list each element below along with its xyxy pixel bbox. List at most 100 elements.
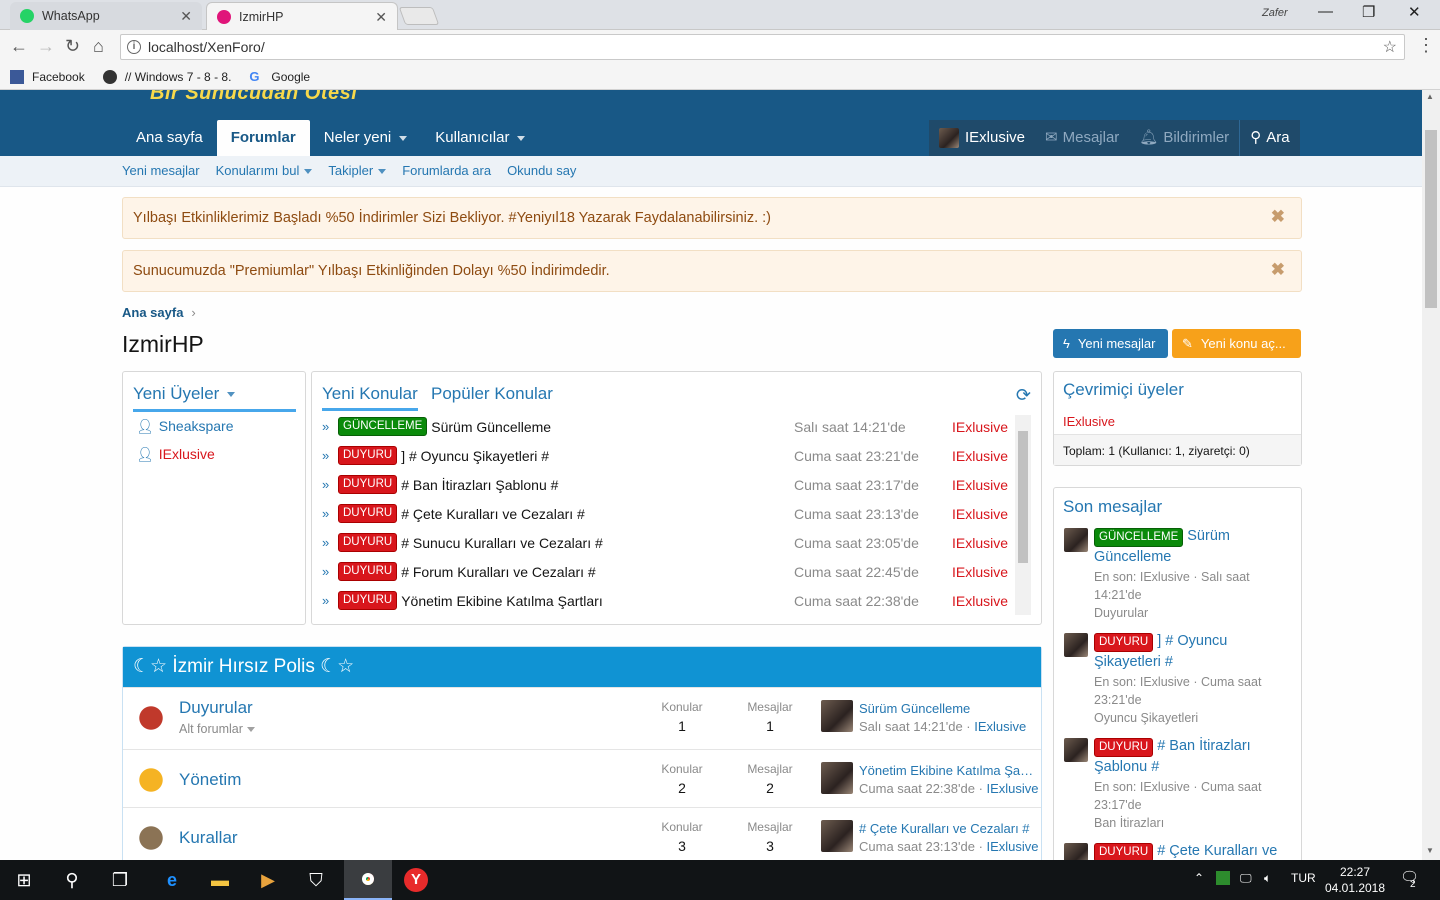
prefix-label[interactable]: GÜNCELLEME xyxy=(338,417,428,436)
topic-user[interactable]: IExlusive xyxy=(952,448,1008,464)
nav-home[interactable]: Ana sayfa xyxy=(122,120,217,156)
tab-popular-topics[interactable]: Popüler Konular xyxy=(431,384,553,404)
breadcrumb-link[interactable]: Ana sayfa xyxy=(122,305,183,320)
last-post-user[interactable]: IExlusive xyxy=(974,719,1026,734)
prefix-label[interactable]: DUYURU xyxy=(338,446,398,465)
forum-name[interactable]: Kurallar xyxy=(179,828,238,848)
forum-row[interactable]: Yönetim Konular 2 Mesajlar 2 Yönetim Ekibi… xyxy=(123,749,1041,807)
nav-user[interactable]: IExlusive xyxy=(929,120,1035,156)
close-window-icon[interactable]: ✕ xyxy=(1408,3,1421,21)
prefix-label[interactable]: DUYURU xyxy=(338,591,398,610)
scrollbar-thumb[interactable] xyxy=(1425,130,1437,308)
language-indicator[interactable]: TUR xyxy=(1291,871,1316,885)
tab-whatsapp[interactable]: WhatsApp ✕ xyxy=(10,2,202,30)
bookmark-google[interactable]: G Google xyxy=(249,69,310,84)
prefix-label[interactable]: DUYURU xyxy=(338,504,398,523)
prefix-label[interactable]: DUYURU xyxy=(338,562,398,581)
subnav-mark-read[interactable]: Okundu say xyxy=(507,163,576,178)
nav-whats-new[interactable]: Neler yeni xyxy=(310,120,422,156)
new-tab-button[interactable] xyxy=(398,7,440,25)
task-view-icon[interactable]: ❐ xyxy=(96,860,144,900)
home-icon[interactable]: ⌂ xyxy=(93,36,104,57)
user-link[interactable]: 👤︎ Sheakspare xyxy=(136,418,234,435)
topic-row[interactable]: » GÜNCELLEME Sürüm Güncelleme Salı saat … xyxy=(322,412,1016,441)
minimize-icon[interactable]: — xyxy=(1318,3,1333,20)
breadcrumb[interactable]: Ana sayfa › xyxy=(122,305,196,320)
reload-icon[interactable]: ↻ xyxy=(65,36,80,57)
topics-scrollbar[interactable] xyxy=(1015,415,1031,615)
topic-row[interactable]: » DUYURU # Çete Kuralları ve Cezaları # … xyxy=(322,499,1016,528)
subnav-find-threads[interactable]: Konularımı bul xyxy=(216,163,313,178)
clock[interactable]: 22:27 04.01.2018 xyxy=(1320,864,1390,896)
edge-icon[interactable]: e xyxy=(148,860,196,900)
topic-title[interactable]: # Çete Kuralları ve Cezaları # xyxy=(401,506,1016,522)
tab-izmirhp[interactable]: IzmirHP ✕ xyxy=(206,2,398,30)
scroll-up-icon[interactable]: ▲ xyxy=(1426,92,1434,101)
topic-title[interactable]: # Forum Kuralları ve Cezaları # xyxy=(401,564,1016,580)
chrome-menu-icon[interactable]: ⋮ xyxy=(1417,35,1435,56)
page-scrollbar[interactable]: ▲ ▼ xyxy=(1422,90,1440,860)
scrollbar-thumb[interactable] xyxy=(1018,431,1028,563)
new-messages-button[interactable]: ϟ Yeni mesajlar xyxy=(1053,329,1168,358)
prefix-label[interactable]: GÜNCELLEME xyxy=(1094,528,1184,547)
yandex-icon[interactable]: Y xyxy=(392,860,440,900)
windows-start-icon[interactable]: ⊞ xyxy=(0,860,48,900)
topic-user[interactable]: IExlusive xyxy=(952,535,1008,551)
media-player-icon[interactable]: ▶ xyxy=(244,860,292,900)
nav-forums[interactable]: Forumlar xyxy=(216,120,310,156)
forward-icon[interactable]: → xyxy=(37,36,55,57)
recent-forum[interactable]: Ban İtirazları xyxy=(1094,814,1296,832)
file-explorer-icon[interactable]: ▬ xyxy=(196,860,244,900)
chrome-icon[interactable] xyxy=(344,860,392,900)
recent-forum[interactable]: Oyuncu Şikayetleri xyxy=(1094,709,1296,727)
nav-messages[interactable]: ✉ Mesajlar xyxy=(1035,120,1129,156)
recent-title[interactable]: DUYURU # Ban İtirazları Şablonu # xyxy=(1094,736,1296,778)
close-tab-icon[interactable]: ✕ xyxy=(180,8,192,25)
last-post-title[interactable]: # Çete Kuralları ve Cezaları # xyxy=(859,821,1034,836)
bookmark-star-icon[interactable]: ☆ xyxy=(1383,37,1397,57)
topic-title[interactable]: # Ban İtirazları Şablonu # xyxy=(401,477,1016,493)
topic-title[interactable]: ] # Oyuncu Şikayetleri # xyxy=(401,448,1016,464)
new-topic-button[interactable]: ✎ Yeni konu aç... xyxy=(1172,329,1301,358)
prefix-label[interactable]: DUYURU xyxy=(1094,738,1154,757)
user-link[interactable]: 👤︎ IExlusive xyxy=(136,446,215,463)
topic-user[interactable]: IExlusive xyxy=(952,564,1008,580)
subnav-watched[interactable]: Takipler xyxy=(328,163,387,178)
nav-search[interactable]: ⚲ Ara xyxy=(1240,120,1299,156)
prefix-label[interactable]: DUYURU xyxy=(1094,843,1154,860)
topic-row[interactable]: » DUYURU # Sunucu Kuralları ve Cezaları … xyxy=(322,528,1016,557)
volume-icon[interactable]: 🔈︎ xyxy=(1264,871,1271,886)
info-icon[interactable]: i xyxy=(127,40,141,54)
prefix-label[interactable]: DUYURU xyxy=(1094,633,1154,652)
last-post-title[interactable]: Sürüm Güncelleme xyxy=(859,701,1034,716)
close-tab-icon[interactable]: ✕ xyxy=(375,9,387,26)
subnav-search-forums[interactable]: Forumlarda ara xyxy=(402,163,491,178)
topic-row[interactable]: » DUYURU ] # Oyuncu Şikayetleri # Cuma s… xyxy=(322,441,1016,470)
nav-alerts[interactable]: 🔔︎ Bildirimler xyxy=(1129,120,1239,156)
prefix-label[interactable]: DUYURU xyxy=(338,475,398,494)
forum-row[interactable]: Duyurular Alt forumlar Konular 1 Mesajlar… xyxy=(123,687,1041,749)
maximize-icon[interactable]: ❐ xyxy=(1362,3,1375,21)
avatar[interactable] xyxy=(821,820,853,852)
chevron-up-icon[interactable]: ⌃ xyxy=(1194,871,1204,885)
avatar[interactable] xyxy=(821,700,853,732)
avatar[interactable] xyxy=(821,762,853,794)
store-icon[interactable]: ⛉ xyxy=(292,860,340,900)
tray-app-icon[interactable] xyxy=(1216,871,1230,885)
network-icon[interactable]: 🖵︎ xyxy=(1240,871,1252,886)
bookmark-windows[interactable]: // Windows 7 - 8 - 8. xyxy=(102,69,231,84)
new-users-tab[interactable]: Yeni Üyeler xyxy=(133,384,296,412)
forum-name[interactable]: Duyurular xyxy=(179,698,253,718)
topic-title[interactable]: # Sunucu Kuralları ve Cezaları # xyxy=(401,535,1016,551)
refresh-icon[interactable]: ⟳ xyxy=(1016,385,1031,406)
recent-post[interactable]: GÜNCELLEME Sürüm Güncelleme En son: IExlus… xyxy=(1064,526,1296,622)
prefix-label[interactable]: DUYURU xyxy=(338,533,398,552)
scroll-down-icon[interactable]: ▼ xyxy=(1426,846,1434,855)
tab-new-topics[interactable]: Yeni Konular xyxy=(322,384,418,411)
topic-user[interactable]: IExlusive xyxy=(952,477,1008,493)
recent-post[interactable]: DUYURU # Çete Kuralları ve xyxy=(1064,841,1296,860)
recent-post[interactable]: DUYURU # Ban İtirazları Şablonu # En son: … xyxy=(1064,736,1296,832)
online-user[interactable]: IExlusive xyxy=(1063,414,1115,429)
last-post-user[interactable]: IExlusive xyxy=(987,839,1039,854)
topic-row[interactable]: » DUYURU # Ban İtirazları Şablonu # Cuma… xyxy=(322,470,1016,499)
